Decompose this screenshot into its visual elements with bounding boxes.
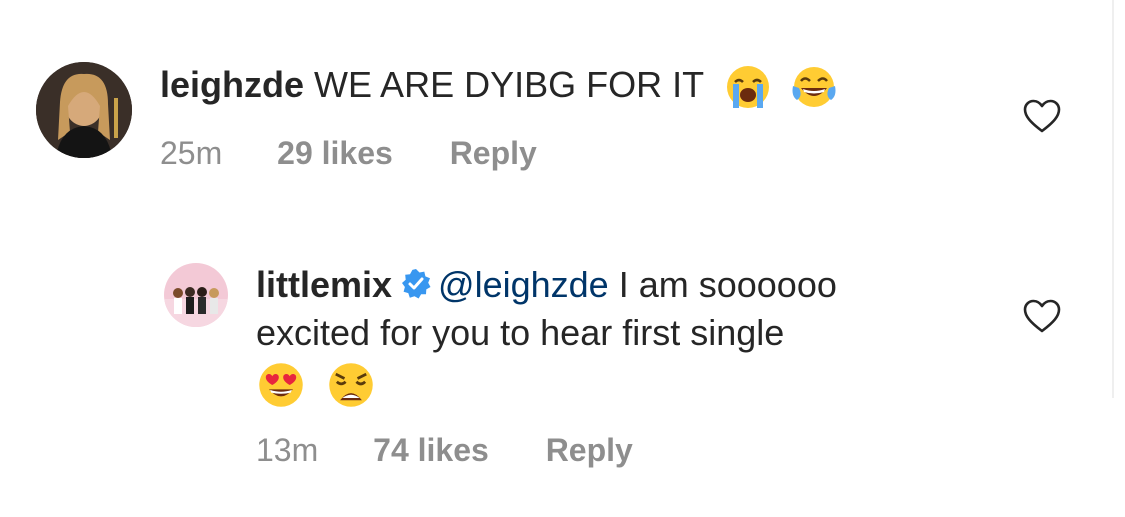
mention-link[interactable]: @leighzde [438, 264, 609, 305]
comment-meta: 13m 74 likes Reply [256, 430, 633, 470]
tears-of-joy-emoji [791, 64, 837, 110]
comment-text: WE ARE DYIBG FOR IT [314, 64, 704, 105]
verified-badge-icon [400, 268, 432, 300]
reply-button[interactable]: Reply [546, 430, 633, 470]
like-heart-icon[interactable] [1022, 98, 1062, 134]
heart-eyes-emoji [256, 360, 306, 410]
comment-likes-count[interactable]: 74 likes [373, 430, 489, 470]
comment-text-line: littlemix @leighzde I am soooooo [256, 262, 837, 308]
avatar-littlemix[interactable] [164, 263, 228, 327]
comment-text: I am soooooo [618, 264, 837, 305]
crying-face-emoji [725, 64, 771, 110]
comment-leighzde: leighzde WE ARE DYIBG FOR IT 25m 29 like… [0, 0, 1112, 200]
comment-text-continued: excited for you to hear first single [256, 312, 785, 353]
comment-emoji-line [256, 360, 376, 410]
comment-username[interactable]: leighzde [160, 64, 304, 105]
reply-button[interactable]: Reply [450, 133, 537, 173]
avatar-leighzde[interactable] [36, 62, 132, 158]
weary-face-emoji [326, 360, 376, 410]
comment-timestamp: 13m [256, 432, 319, 468]
like-heart-icon[interactable] [1022, 298, 1062, 334]
comment-littlemix: littlemix @leighzde I am soooooo excited… [0, 240, 1112, 500]
comment-text-line: leighzde WE ARE DYIBG FOR IT [160, 62, 837, 110]
comment-username[interactable]: littlemix [256, 264, 392, 305]
scrollbar-track [1112, 0, 1114, 398]
comment-meta: 25m 29 likes Reply [160, 133, 537, 173]
comment-likes-count[interactable]: 29 likes [277, 133, 393, 173]
comment-text-line-2: excited for you to hear first single [256, 310, 784, 356]
comment-timestamp: 25m [160, 135, 223, 171]
